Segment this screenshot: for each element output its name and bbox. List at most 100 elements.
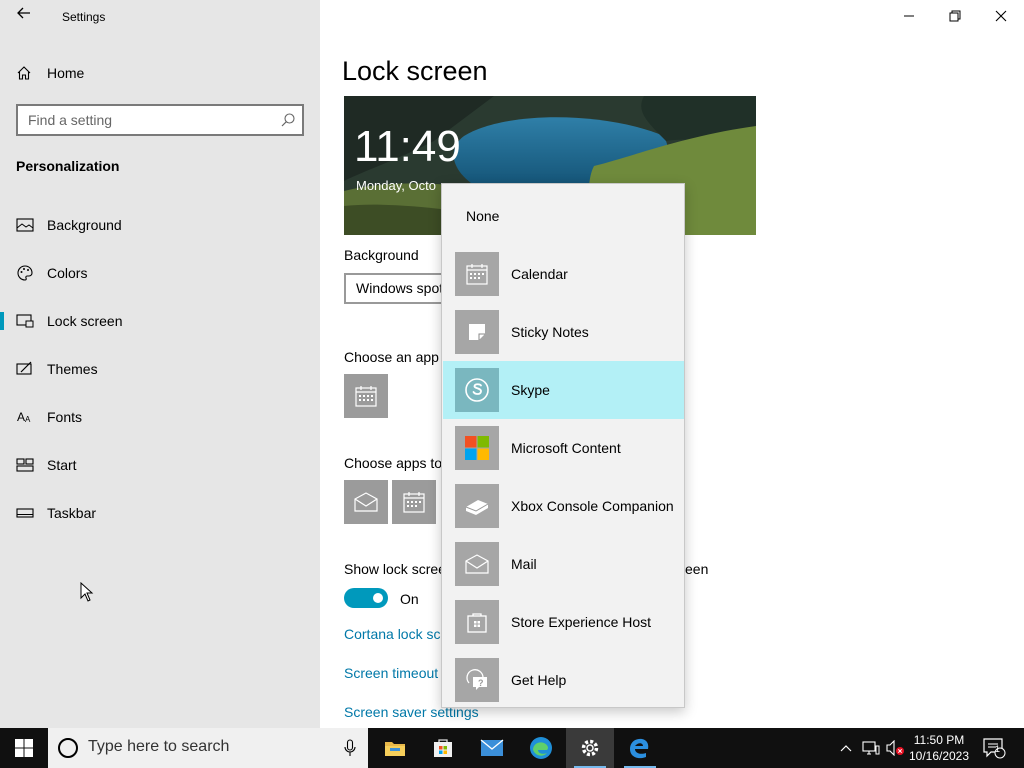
dropdown-item-label: Microsoft Content (511, 440, 621, 456)
start-button[interactable] (0, 728, 48, 768)
restore-icon (949, 10, 961, 22)
tray-network-button[interactable] (860, 728, 882, 768)
folder-icon (385, 742, 405, 756)
dropdown-item-label: Xbox Console Companion (511, 498, 674, 514)
taskbar-search-box[interactable]: Type here to search (48, 728, 368, 768)
tray-volume-button[interactable] (884, 728, 906, 768)
dropdown-item-mail[interactable]: Mail (443, 535, 684, 593)
microsoft-logo-icon (455, 426, 499, 470)
show-lock-background-label: Show lock scree (344, 561, 446, 577)
themes-icon (16, 360, 34, 378)
sidebar-item-label: Colors (47, 265, 88, 281)
quick-status-calendar-button[interactable] (392, 480, 436, 524)
taskbar-settings[interactable] (566, 728, 614, 768)
sidebar-item-themes[interactable]: Themes (0, 349, 320, 389)
dropdown-item-store-experience-host[interactable]: Store Experience Host (443, 593, 684, 651)
show-lock-background-label-end: een (685, 561, 709, 577)
sidebar-item-lock-screen[interactable]: Lock screen (0, 301, 320, 341)
skype-icon (455, 368, 499, 412)
sidebar-item-label: Themes (47, 361, 98, 377)
mail-icon (455, 542, 499, 586)
fonts-icon: AA (16, 408, 34, 426)
quick-status-mail-button[interactable] (344, 480, 388, 524)
home-label: Home (47, 65, 85, 81)
taskbar-icon (16, 504, 34, 522)
close-icon (995, 10, 1007, 22)
minimize-button[interactable] (886, 0, 932, 32)
taskbar-edge[interactable] (517, 728, 565, 768)
taskbar-file-explorer[interactable] (371, 728, 419, 768)
close-button[interactable] (978, 0, 1024, 32)
dropdown-item-skype[interactable]: Skype (443, 361, 684, 419)
sticky-notes-icon (455, 310, 499, 354)
cortana-lock-screen-link[interactable]: Cortana lock scr (344, 626, 445, 642)
dropdown-item-microsoft-content[interactable]: Microsoft Content (443, 419, 684, 477)
clock-date: 10/16/2023 (908, 749, 970, 763)
search-icon[interactable] (280, 112, 296, 128)
cortana-circle-icon (58, 738, 78, 758)
taskbar: Type here to search 11:50 PM 10/16/2023 … (0, 728, 1024, 768)
mail-icon (480, 739, 504, 756)
screen-timeout-link[interactable]: Screen timeout (344, 665, 438, 681)
page-title: Lock screen (342, 56, 488, 86)
back-button[interactable] (14, 6, 34, 26)
calendar-icon (403, 492, 425, 513)
toggle-knob (373, 593, 383, 603)
find-setting-input[interactable] (18, 106, 268, 134)
action-center-button[interactable]: 1 (980, 728, 1008, 768)
toggle-state-label: On (400, 591, 419, 607)
minimize-icon (904, 15, 914, 17)
get-help-icon: ? (455, 658, 499, 702)
home-icon (16, 65, 32, 81)
sidebar-item-label: Lock screen (47, 313, 123, 329)
start-icon (16, 456, 34, 474)
taskbar-microsoft-store[interactable] (419, 728, 467, 768)
dropdown-item-sticky-notes[interactable]: Sticky Notes (443, 303, 684, 361)
xbox-console-icon (455, 484, 499, 528)
home-nav-item[interactable]: Home (16, 62, 84, 84)
sidebar-item-label: Start (47, 457, 77, 473)
edge-icon (530, 737, 552, 759)
taskbar-mail[interactable] (468, 728, 516, 768)
sidebar-item-label: Fonts (47, 409, 83, 425)
restore-button[interactable] (932, 0, 978, 32)
background-label: Background (344, 247, 419, 263)
sidebar-item-colors[interactable]: Colors (0, 253, 320, 293)
palette-icon (16, 264, 34, 282)
show-background-toggle[interactable] (344, 588, 388, 608)
clock-time: 11:50 PM (913, 733, 965, 747)
find-setting-search[interactable] (16, 104, 304, 136)
detailed-status-app-button[interactable] (344, 374, 388, 418)
dropdown-item-label: Skype (511, 382, 550, 398)
dropdown-item-calendar[interactable]: Calendar (443, 245, 684, 303)
sidebar-item-label: Background (47, 217, 122, 233)
taskbar-internet-explorer[interactable] (616, 728, 664, 768)
svg-text:A: A (25, 415, 31, 424)
sidebar-item-label: Taskbar (47, 505, 97, 521)
windows-logo-icon (15, 739, 33, 757)
sidebar-item-fonts[interactable]: AA Fonts (0, 397, 320, 437)
svg-text:A: A (17, 410, 25, 424)
dropdown-item-label: Store Experience Host (511, 614, 652, 630)
edge-legacy-icon (630, 738, 649, 759)
dropdown-item-xbox-console-companion[interactable]: Xbox Console Companion (443, 477, 684, 535)
app-picker-dropdown: None Calendar Sticky Notes Skype Microso… (441, 183, 685, 708)
tray-overflow-button[interactable] (836, 728, 856, 768)
dropdown-item-label: Get Help (511, 672, 567, 688)
picture-icon (16, 216, 34, 234)
sidebar-item-taskbar[interactable]: Taskbar (0, 493, 320, 533)
chevron-up-icon (840, 745, 852, 752)
sidebar-item-start[interactable]: Start (0, 445, 320, 485)
sidebar-item-background[interactable]: Background (0, 205, 320, 245)
taskbar-clock[interactable]: 11:50 PM 10/16/2023 (906, 732, 972, 764)
svg-text:?: ? (478, 678, 484, 688)
choose-app-label: Choose an app (344, 349, 439, 365)
dropdown-item-label: Mail (511, 556, 537, 572)
dropdown-item-none[interactable]: None (466, 208, 499, 224)
preview-date: Monday, Octo (356, 178, 436, 193)
microphone-icon[interactable] (344, 739, 356, 762)
calendar-icon (455, 252, 499, 296)
dropdown-item-get-help[interactable]: ? Get Help (443, 651, 684, 709)
calendar-icon (355, 386, 377, 407)
gear-icon (581, 739, 599, 757)
